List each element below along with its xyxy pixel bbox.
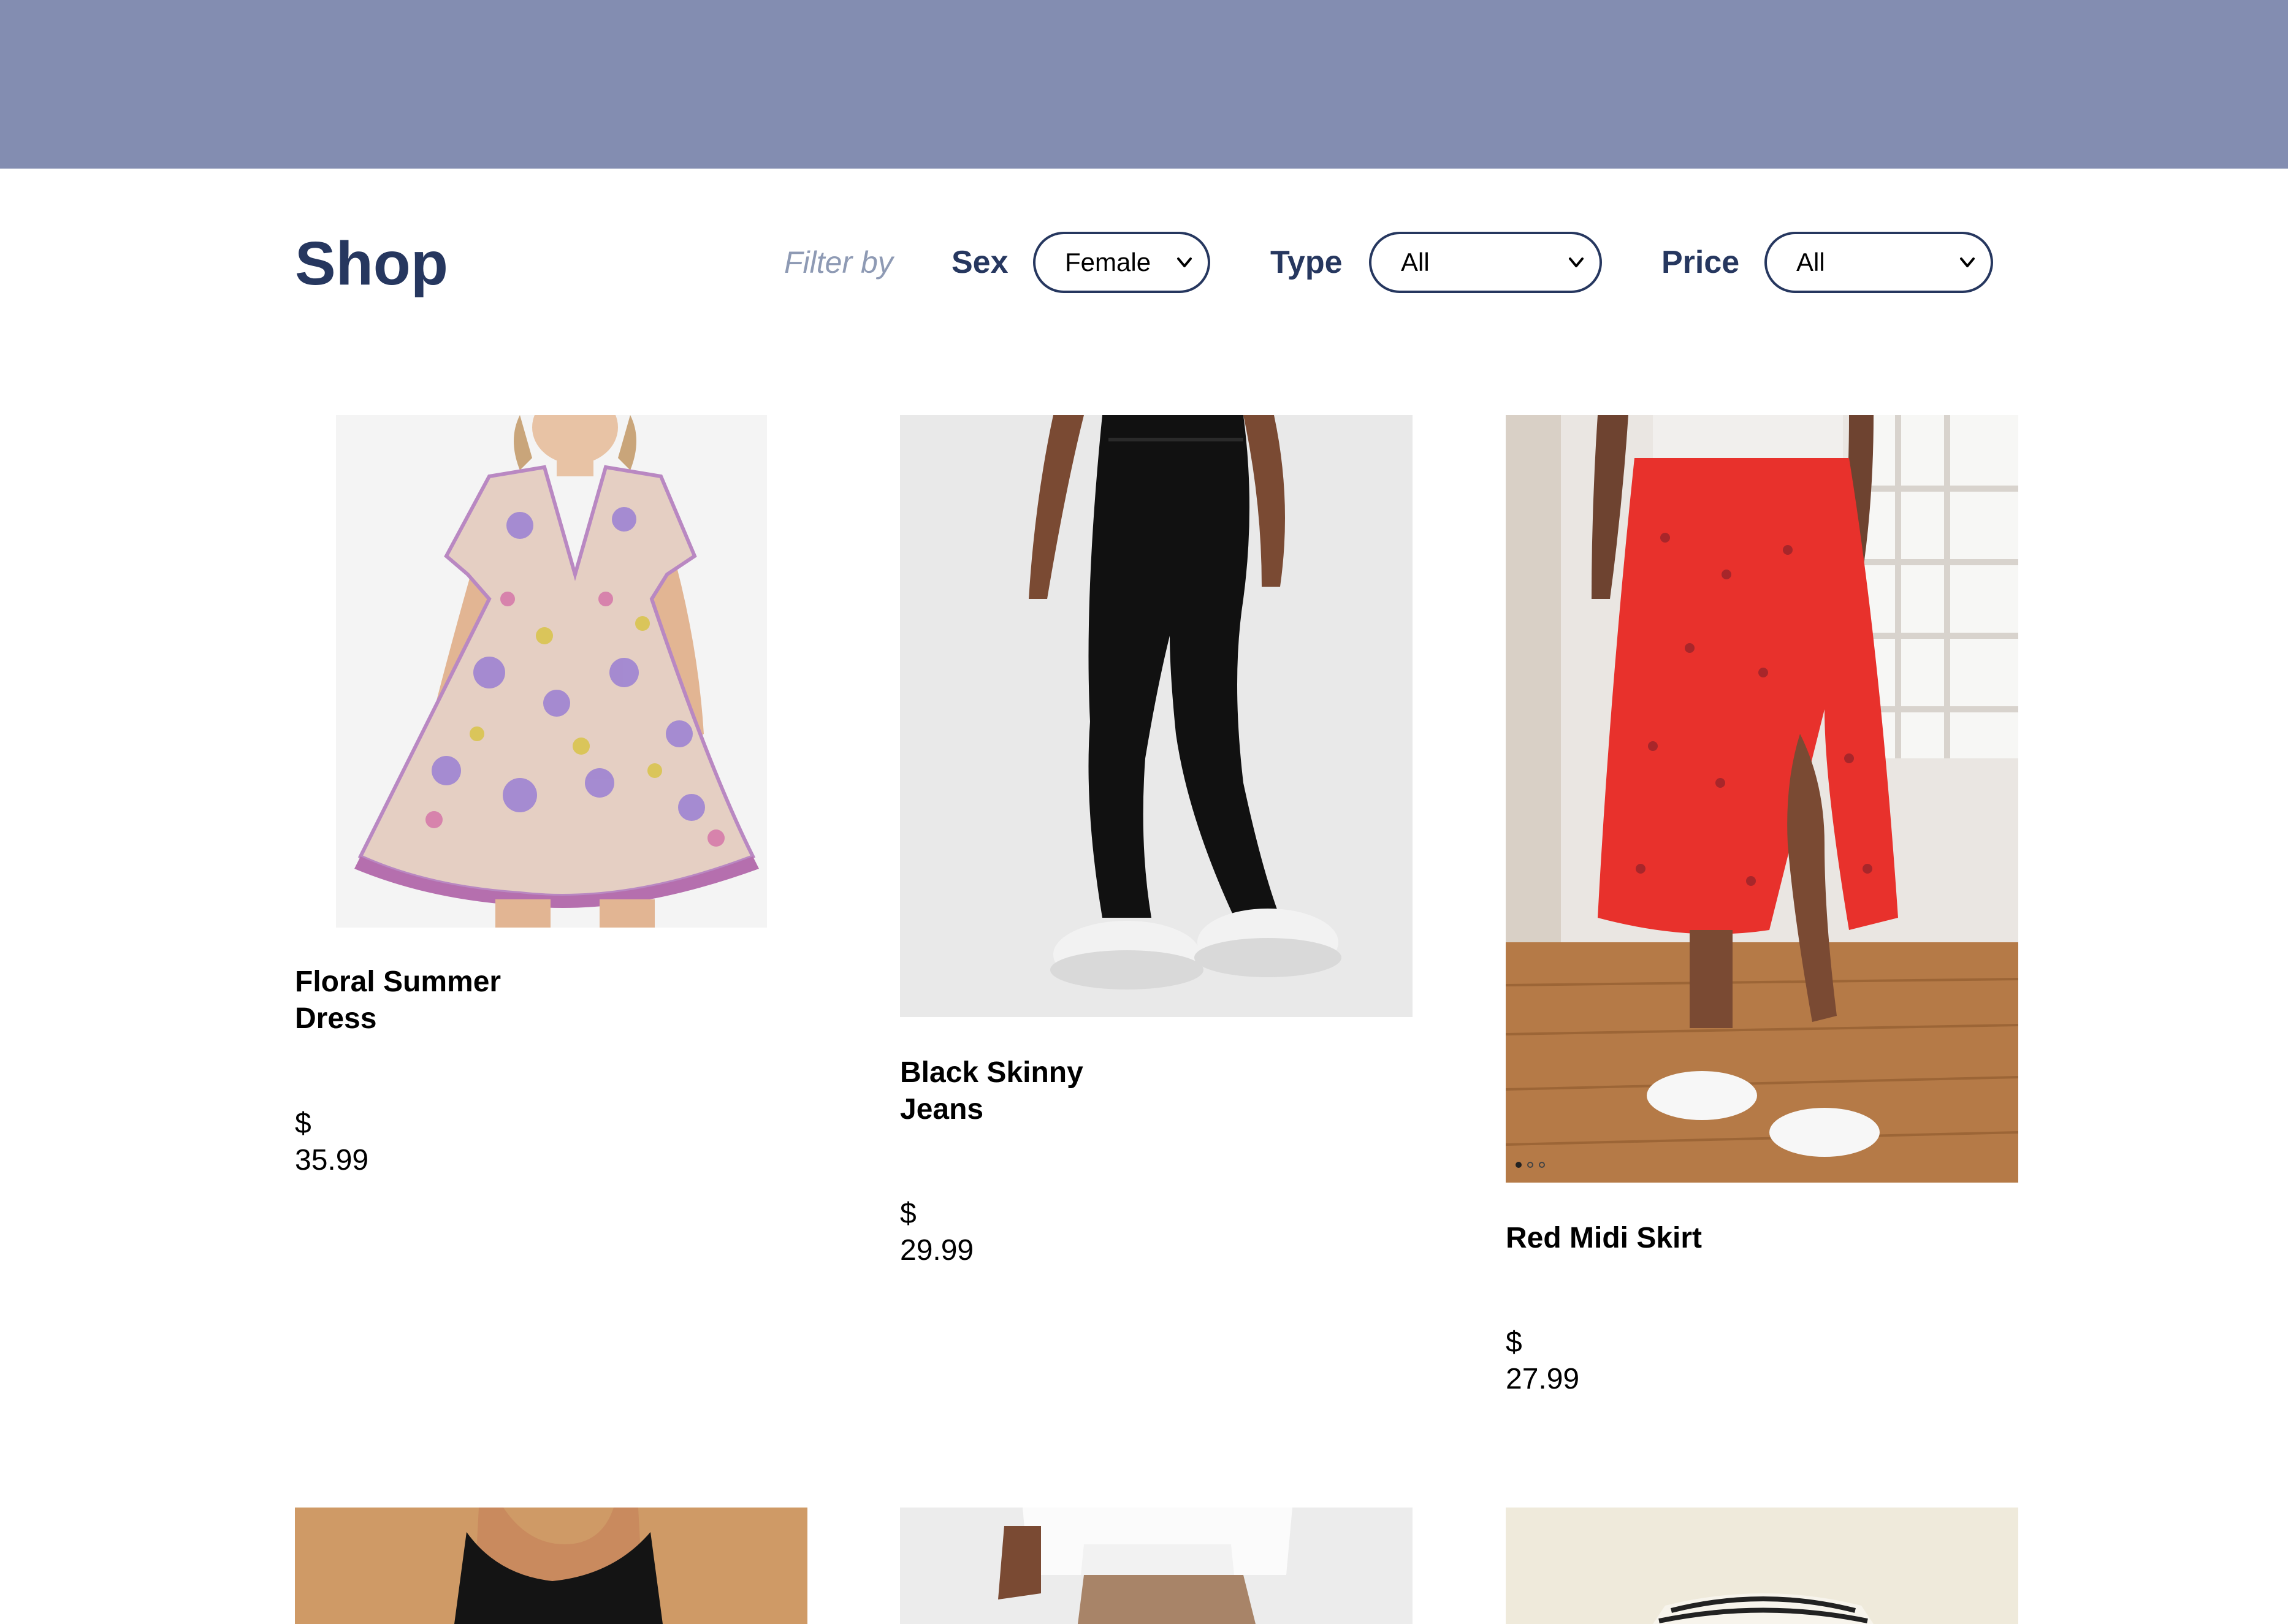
product-name[interactable]: Floral Summer Dress xyxy=(295,964,540,1037)
price-select[interactable]: All xyxy=(1764,232,1993,293)
top-banner xyxy=(0,0,2288,169)
sex-select-value: Female xyxy=(1065,248,1151,276)
smocked-top-illustration xyxy=(900,1508,1413,1624)
product-name[interactable]: Red Midi Skirt xyxy=(1506,1220,1751,1257)
chevron-down-icon xyxy=(1960,257,1975,267)
chevron-down-icon xyxy=(1569,257,1584,267)
product-name[interactable]: Black Skinny Jeans xyxy=(900,1054,1145,1128)
carousel-dot[interactable] xyxy=(1527,1162,1533,1168)
jeans-illustration xyxy=(900,415,1413,1017)
product-price: $ 27.99 xyxy=(1506,1326,1580,1395)
product-price: $ 29.99 xyxy=(900,1197,974,1267)
product-image-smocked-top[interactable] xyxy=(900,1508,1413,1624)
price-select-value: All xyxy=(1796,248,1825,276)
carousel-dot[interactable] xyxy=(1539,1162,1545,1168)
product-image-tank-top[interactable] xyxy=(295,1508,807,1624)
product-image-red-skirt[interactable] xyxy=(1506,415,2018,1183)
type-select-value: All xyxy=(1401,248,1430,276)
product-image-black-jeans[interactable] xyxy=(900,415,1413,1017)
page-title: Shop xyxy=(295,229,448,298)
dress-illustration xyxy=(336,415,767,928)
chevron-down-icon xyxy=(1177,257,1192,267)
type-select[interactable]: All xyxy=(1369,232,1602,293)
product-image-floral-dress[interactable] xyxy=(336,415,767,928)
sex-filter-label: Sex xyxy=(951,245,1009,280)
skirt-illustration xyxy=(1506,415,2018,1183)
product-image-striped-top[interactable] xyxy=(1506,1508,2018,1624)
striped-top-illustration xyxy=(1506,1508,2018,1624)
price-filter-label: Price xyxy=(1661,245,1740,280)
sex-select[interactable]: Female xyxy=(1033,232,1210,293)
filter-by-label: Filter by xyxy=(784,245,893,280)
type-filter-label: Type xyxy=(1270,245,1343,280)
product-price: $ 35.99 xyxy=(295,1107,369,1176)
carousel-dots xyxy=(1516,1162,1545,1168)
carousel-dot-active[interactable] xyxy=(1516,1162,1522,1168)
tank-top-illustration xyxy=(295,1508,807,1624)
